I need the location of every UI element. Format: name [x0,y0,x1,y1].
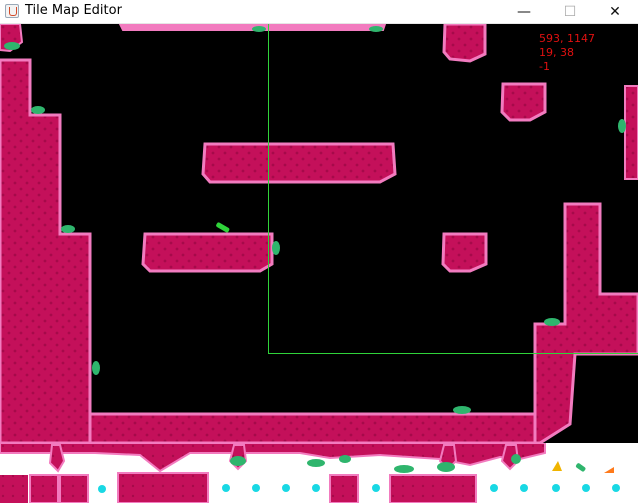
palette-block-tile [59,474,89,503]
palette-block-tile [329,474,359,503]
palette-dot-tile [282,484,290,492]
palette-dot-tile [582,484,590,492]
mid-floating-platform [141,232,274,273]
tile-id-text: -1 [539,60,550,73]
palette-dot-tile [372,484,380,492]
floor-terrain [88,412,542,443]
grass-tuft [252,26,266,32]
java-cup-icon [5,4,19,18]
sparkle-sprite [552,461,562,471]
palette-dot-tile [490,484,498,492]
palette-grass-tile [230,456,246,466]
minimize-button[interactable]: — [501,0,547,23]
tile-palette-strip [0,443,620,503]
carrot-sprite [604,467,614,473]
left-cliff-terrain [0,58,97,443]
cursor-pixel-text: 593, 1147 [539,32,595,45]
palette-grass-tile [339,455,351,463]
palette-block-tile [117,472,209,503]
leaf-sprite [575,463,586,472]
grass-tuft [92,361,100,375]
palette-dot-tile [98,485,106,493]
close-button[interactable]: ✕ [592,0,638,23]
palette-dot-tile [612,484,620,492]
palette-grass-tile [437,462,455,472]
palette-dot-tile [312,484,320,492]
coordinate-readout: 593, 1147 19, 38 -1 [539,32,595,74]
palette-block-tile [0,475,28,503]
grass-tuft [61,225,75,233]
maximize-button[interactable]: ☐ [547,0,593,23]
palette-block-tile [389,474,477,503]
palette-grass-tile [511,454,521,464]
window-title: Tile Map Editor [25,3,122,18]
grass-tuft [453,406,471,414]
palette-dot-tile [520,484,528,492]
tile-palette[interactable] [0,443,638,503]
palette-grass-tile [307,459,325,467]
grass-tuft [31,106,45,114]
title-bar: Tile Map Editor — ☐ ✕ [0,0,638,24]
palette-dot-tile [552,484,560,492]
palette-tile-row-upper [0,443,546,473]
palette-dot-tile [222,484,230,492]
palette-dot-tile [252,484,260,492]
palette-block-tile [29,474,59,503]
grass-tuft [4,42,20,50]
cursor-tile-text: 19, 38 [539,46,574,59]
palette-grass-tile [394,465,414,473]
pickup-sprite [216,222,230,233]
palette-spike-tile [48,444,66,473]
